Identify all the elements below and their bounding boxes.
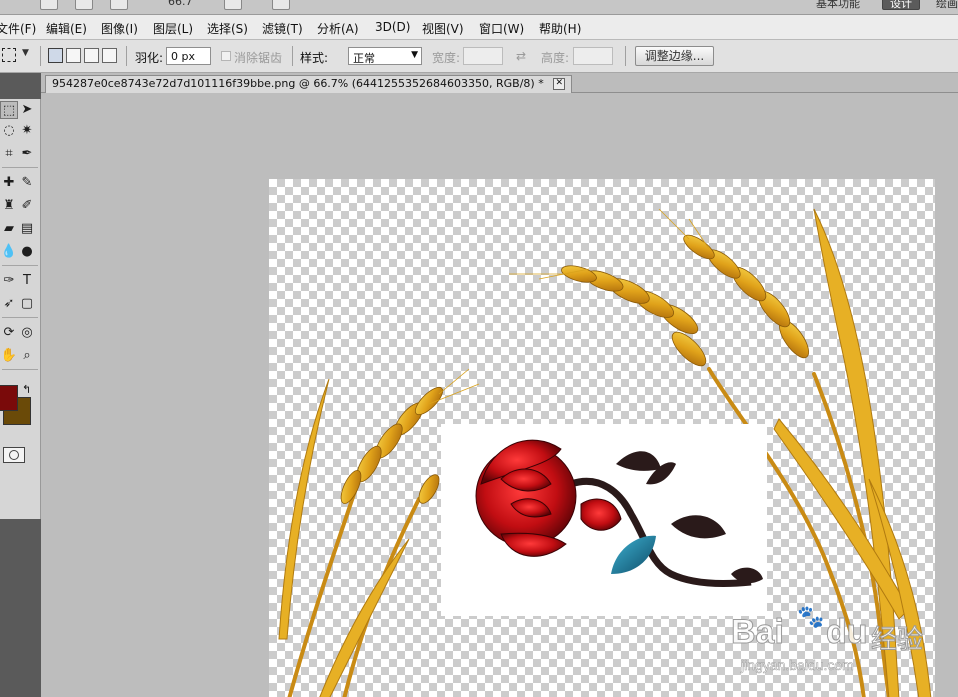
watermark-brand-du: du [826, 613, 869, 652]
menu-file[interactable]: 文件(F) [0, 20, 36, 37]
divider [2, 369, 38, 370]
3d-rotate-icon[interactable]: ⟳ [0, 324, 18, 342]
dodge-icon[interactable]: ● [18, 243, 36, 261]
divider [126, 46, 127, 66]
feather-label: 羽化: [135, 51, 164, 65]
marquee-tool-preset-icon[interactable] [2, 48, 16, 62]
feather-input[interactable]: 0 px [166, 47, 211, 65]
intersect-selection-button[interactable] [102, 48, 117, 63]
watermark-jingyan: 经验 [870, 625, 924, 656]
menu-window[interactable]: 窗口(W) [479, 20, 524, 37]
type-icon[interactable]: T [18, 272, 36, 290]
chevron-down-icon[interactable]: ▼ [22, 48, 29, 58]
style-select-value: 正常 [353, 52, 375, 65]
zoom-icon[interactable]: ⌕ [18, 347, 36, 365]
blur-icon[interactable]: 💧 [0, 243, 18, 261]
menu-analysis[interactable]: 分析(A) [317, 20, 359, 37]
eraser-icon[interactable]: ▰ [0, 220, 18, 238]
quick-mask-icon[interactable] [3, 447, 25, 463]
menu-bar: 文件(F) 编辑(E) 图像(I) 图层(L) 选择(S) 滤镜(T) 分析(A… [0, 15, 958, 40]
shape-icon[interactable]: ▢ [18, 295, 36, 313]
bridge-button[interactable] [40, 0, 58, 10]
close-icon[interactable]: ✕ [553, 78, 566, 90]
crop-icon[interactable]: ⌗ [0, 145, 18, 163]
height-label: 高度: [541, 51, 570, 65]
eyedropper-icon[interactable]: ✒ [18, 145, 36, 163]
brush-icon[interactable]: ✎ [18, 174, 36, 192]
document-tab-title: 954287e0ce8743e72d7d101116f39bbe.png @ 6… [52, 77, 544, 90]
height-input[interactable] [573, 47, 613, 65]
menu-help[interactable]: 帮助(H) [539, 20, 581, 37]
paw-icon: 🐾 [797, 605, 825, 630]
menu-view[interactable]: 视图(V) [422, 20, 464, 37]
view-extras-button[interactable] [110, 0, 128, 10]
divider [625, 46, 626, 66]
tools-panel-body: ⬚ ➤ ◌ ✷ ⌗ ✒ ✚ ✎ ♜ ✐ ▰ ▤ 💧 ● ✑ T ➶ ▢ ⟳ ◎ … [0, 99, 41, 519]
workspace-design[interactable]: 设计 [882, 0, 920, 10]
foreground-color-swatch[interactable] [0, 385, 18, 411]
divider [2, 265, 38, 266]
options-bar: ▼ 羽化: 0 px 消除锯齿 样式: 正常 ▼ 宽度: ⇄ 高度: 调整边缘.… [0, 40, 958, 73]
screen-mode-button[interactable] [272, 0, 290, 10]
divider [2, 317, 38, 318]
menu-layer[interactable]: 图层(L) [153, 20, 193, 37]
workspace-painting[interactable]: 绘画 [936, 0, 958, 11]
menu-3d[interactable]: 3D(D) [375, 20, 410, 34]
lasso-icon[interactable]: ◌ [0, 122, 18, 140]
mini-bridge-button[interactable] [75, 0, 93, 10]
3d-orbit-icon[interactable]: ◎ [18, 324, 36, 342]
history-brush-icon[interactable]: ✐ [18, 197, 36, 215]
menu-select[interactable]: 选择(S) [207, 20, 248, 37]
tools-panel: ⬚ ➤ ◌ ✷ ⌗ ✒ ✚ ✎ ♜ ✐ ▰ ▤ 💧 ● ✑ T ➶ ▢ ⟳ ◎ … [0, 73, 41, 697]
hand-icon[interactable]: ✋ [0, 347, 18, 365]
chevron-down-icon: ▼ [411, 50, 418, 60]
healing-icon[interactable]: ✚ [0, 174, 18, 192]
antialias-label: 消除锯齿 [234, 51, 283, 65]
antialias-checkbox[interactable] [221, 51, 231, 61]
move-icon[interactable]: ➤ [18, 101, 36, 119]
refine-edge-button[interactable]: 调整边缘... [635, 46, 714, 66]
document-canvas[interactable]: Bai 🐾 du 经验 jingyan.baidu.com [269, 179, 935, 697]
divider [292, 46, 293, 66]
application-bar: 66.7 基本功能 设计 绘画 [0, 0, 958, 15]
divider [2, 167, 38, 168]
watermark-url: jingyan.baidu.com [741, 657, 854, 674]
style-select[interactable]: 正常 ▼ [348, 47, 422, 65]
menu-image[interactable]: 图像(I) [101, 20, 138, 37]
new-selection-button[interactable] [48, 48, 63, 63]
swap-colors-icon[interactable]: ↰ [22, 383, 31, 396]
subtract-selection-button[interactable] [84, 48, 99, 63]
document-tab[interactable]: 954287e0ce8743e72d7d101116f39bbe.png @ 6… [45, 75, 573, 93]
rose-artwork [475, 439, 763, 588]
workspace-basic[interactable]: 基本功能 [816, 0, 860, 11]
style-label: 样式: [300, 51, 329, 65]
document-workspace[interactable]: Bai 🐾 du 经验 jingyan.baidu.com [41, 93, 958, 697]
width-label: 宽度: [432, 51, 461, 65]
arrange-documents-button[interactable] [224, 0, 242, 10]
pen-icon[interactable]: ✑ [0, 272, 18, 290]
path-select-icon[interactable]: ➶ [0, 295, 18, 313]
menu-filter[interactable]: 滤镜(T) [262, 20, 303, 37]
pasted-rose-layer[interactable] [441, 424, 767, 616]
divider [40, 46, 41, 66]
document-tab-bar: 954287e0ce8743e72d7d101116f39bbe.png @ 6… [41, 73, 958, 93]
swap-dimensions-icon[interactable]: ⇄ [516, 49, 526, 63]
watermark-brand-bai: Bai [731, 613, 785, 652]
baidu-watermark: Bai 🐾 du 经验 jingyan.baidu.com [731, 605, 935, 679]
width-input[interactable] [463, 47, 503, 65]
marquee-icon[interactable]: ⬚ [0, 101, 18, 119]
menu-edit[interactable]: 编辑(E) [46, 20, 87, 37]
zoom-level[interactable]: 66.7 [168, 0, 193, 8]
magic-wand-icon[interactable]: ✷ [18, 122, 36, 140]
clone-stamp-icon[interactable]: ♜ [0, 197, 18, 215]
add-to-selection-button[interactable] [66, 48, 81, 63]
gradient-icon[interactable]: ▤ [18, 220, 36, 238]
